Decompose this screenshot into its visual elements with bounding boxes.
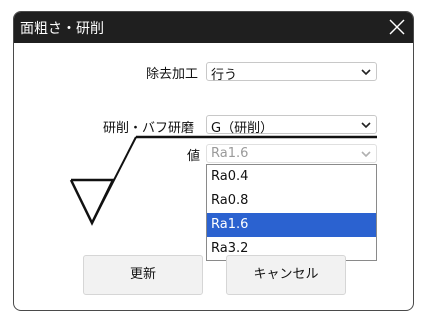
roughness-dropdown-list: Ra0.4 Ra0.8 Ra1.6 Ra3.2	[206, 164, 377, 261]
dropdown-option-selected[interactable]: Ra1.6	[207, 213, 376, 237]
roughness-select[interactable]: Ra1.6	[206, 144, 377, 163]
grinding-value: G（研削）	[211, 121, 274, 136]
dropdown-option[interactable]: Ra0.8	[207, 189, 376, 213]
chevron-down-icon	[361, 122, 371, 129]
cancel-button[interactable]: キャンセル	[226, 255, 346, 295]
roughness-label: 値	[187, 149, 201, 164]
removal-label: 除去加工	[146, 67, 199, 82]
grinding-select[interactable]: G（研削）	[206, 115, 377, 136]
chevron-down-icon	[361, 69, 371, 76]
update-button[interactable]: 更新	[83, 255, 203, 295]
roughness-value: Ra1.6	[211, 146, 249, 161]
dropdown-option[interactable]: Ra0.4	[207, 165, 376, 189]
grinding-label: 研削・バフ研磨	[103, 121, 195, 136]
removal-value: 行う	[211, 68, 238, 83]
chevron-down-icon	[361, 151, 371, 158]
removal-select[interactable]: 行う	[206, 62, 377, 83]
